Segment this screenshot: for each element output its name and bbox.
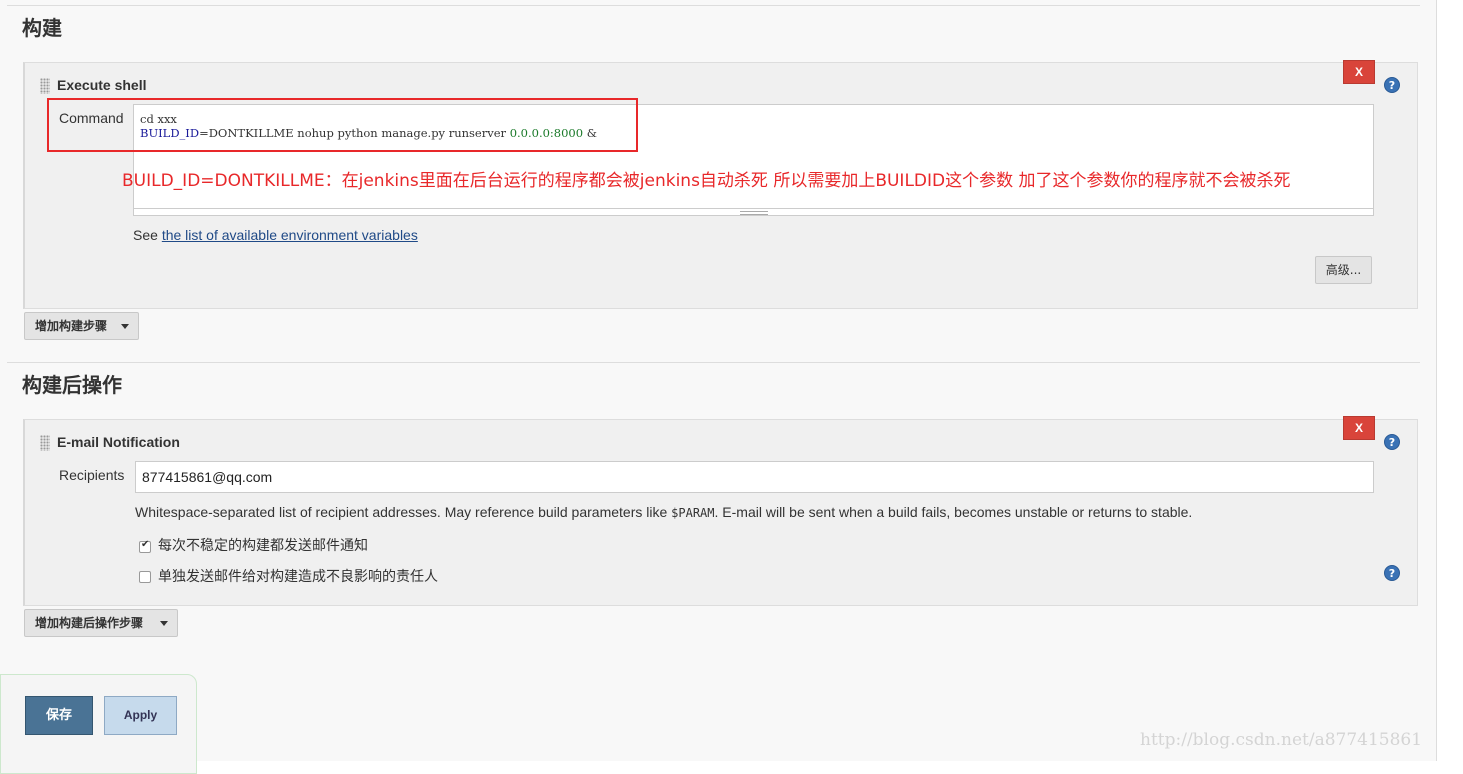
add-build-step-button[interactable]: 增加构建步骤 xyxy=(24,312,139,340)
desc-param-code: $PARAM xyxy=(671,506,715,520)
chevron-down-icon xyxy=(121,324,129,329)
drag-handle-icon[interactable] xyxy=(40,435,50,451)
env-variables-note: See the list of available environment va… xyxy=(133,227,418,243)
build-section-title: 构建 xyxy=(22,16,62,40)
help-icon[interactable]: ? xyxy=(1384,77,1400,93)
unstable-build-label: 每次不稳定的构建都发送邮件通知 xyxy=(158,538,368,554)
recipients-description: Whitespace-separated list of recipient a… xyxy=(135,504,1192,520)
watermark-text: http://blog.csdn.net/a877415861 xyxy=(1140,730,1423,750)
add-post-build-step-label: 增加构建后操作步骤 xyxy=(35,616,144,630)
section-divider xyxy=(7,5,1420,6)
annotation-highlight-box xyxy=(47,98,638,152)
env-note-prefix: See xyxy=(133,227,162,243)
desc-text-1: Whitespace-separated list of recipient a… xyxy=(135,504,672,520)
help-icon[interactable]: ? xyxy=(1384,565,1400,581)
delete-step-button[interactable]: X xyxy=(1343,416,1375,440)
delete-step-button[interactable]: X xyxy=(1343,60,1375,84)
resize-grip-icon[interactable] xyxy=(740,211,768,215)
chevron-down-icon xyxy=(160,621,168,626)
drag-handle-icon[interactable] xyxy=(40,78,50,94)
add-build-step-label: 增加构建步骤 xyxy=(35,319,108,333)
unstable-build-checkbox[interactable] xyxy=(139,539,151,553)
section-divider xyxy=(7,362,1420,363)
desc-text-2: . E-mail will be sent when a build fails… xyxy=(714,504,1193,520)
apply-button[interactable]: Apply xyxy=(104,696,177,735)
recipients-label: Recipients xyxy=(59,467,125,483)
save-button[interactable]: 保存 xyxy=(25,696,93,735)
help-icon[interactable]: ? xyxy=(1384,434,1400,450)
add-post-build-step-button[interactable]: 增加构建后操作步骤 xyxy=(24,609,178,637)
execute-shell-title: Execute shell xyxy=(57,77,147,93)
notify-culprits-checkbox[interactable] xyxy=(139,571,151,583)
notify-culprits-label: 单独发送邮件给对构建造成不良影响的责任人 xyxy=(158,569,438,585)
post-build-section-title: 构建后操作 xyxy=(22,373,122,397)
email-notification-title: E-mail Notification xyxy=(57,434,180,450)
env-variables-link[interactable]: the list of available environment variab… xyxy=(162,227,418,243)
textarea-resize-bar xyxy=(134,208,1373,209)
recipients-input[interactable]: 877415861@qq.com xyxy=(135,461,1374,493)
config-page: 构建 Execute shell X ? Command cd xxx BUIL… xyxy=(0,0,1437,774)
advanced-button[interactable]: 高级... xyxy=(1315,256,1372,284)
annotation-text: BUILD_ID=DONTKILLME：在jenkins里面在后台运行的程序都会… xyxy=(122,171,1291,191)
